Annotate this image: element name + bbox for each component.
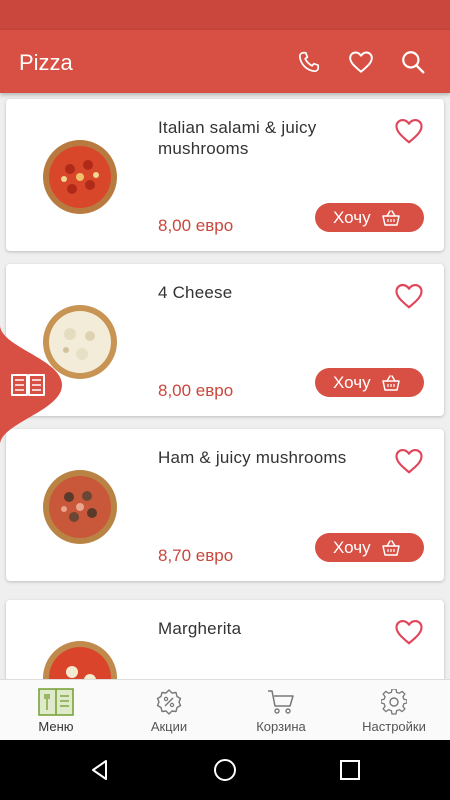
- menu-book-icon: [38, 688, 74, 716]
- back-icon[interactable]: [85, 755, 115, 785]
- want-button-label: Хочу: [333, 537, 371, 557]
- bottom-navigation: Меню Акции Корзина Настройки: [0, 679, 450, 740]
- app-title: Pizza: [19, 50, 73, 75]
- gear-icon: [376, 688, 412, 716]
- nav-item-promotions[interactable]: Акции: [113, 680, 225, 741]
- product-title: Margherita: [158, 619, 242, 638]
- product-price: 8,00 евро: [158, 216, 234, 235]
- system-navigation-bar: [0, 740, 450, 800]
- product-list[interactable]: Italian salami & juicy mushrooms 8,00 ев…: [0, 93, 450, 679]
- product-card[interactable]: Italian salami & juicy mushrooms 8,00 ев…: [6, 99, 444, 251]
- favorite-heart-icon[interactable]: [394, 447, 424, 475]
- nav-item-cart[interactable]: Корзина: [225, 680, 337, 741]
- product-title: Ham & juicy mushrooms: [158, 448, 347, 467]
- pizza-image: [43, 470, 117, 544]
- status-bar: [0, 0, 450, 30]
- product-title: Italian salami & juicy mushrooms: [158, 118, 317, 158]
- discount-icon: [151, 688, 187, 716]
- search-icon[interactable]: [398, 47, 428, 77]
- product-card[interactable]: Ham & juicy mushrooms 8,70 евро Хочу: [6, 429, 444, 581]
- nav-item-settings[interactable]: Настройки: [338, 680, 450, 741]
- favorite-heart-icon[interactable]: [394, 282, 424, 310]
- recent-apps-icon[interactable]: [335, 755, 365, 785]
- want-button[interactable]: Хочу: [315, 368, 424, 397]
- want-button-label: Хочу: [333, 372, 371, 392]
- product-card[interactable]: Margherita: [6, 600, 444, 679]
- home-icon[interactable]: [210, 755, 240, 785]
- nav-label-menu: Меню: [38, 719, 74, 734]
- cart-icon: [263, 688, 299, 716]
- nav-item-menu[interactable]: Меню: [0, 680, 112, 741]
- want-button[interactable]: Хочу: [315, 533, 424, 562]
- nav-label-cart: Корзина: [256, 719, 306, 734]
- favorite-heart-icon[interactable]: [394, 117, 424, 145]
- basket-icon: [381, 374, 400, 391]
- want-button[interactable]: Хочу: [315, 203, 424, 232]
- nav-label-settings: Настройки: [362, 719, 426, 734]
- pizza-image: [43, 641, 117, 679]
- product-title: 4 Cheese: [158, 283, 233, 302]
- product-price: 8,70 евро: [158, 546, 234, 565]
- basket-icon: [381, 209, 400, 226]
- want-button-label: Хочу: [333, 207, 371, 227]
- favorite-heart-icon[interactable]: [394, 618, 424, 646]
- basket-icon: [381, 539, 400, 556]
- pizza-image: [43, 140, 117, 214]
- phone-icon[interactable]: [294, 47, 324, 77]
- catalog-side-tab[interactable]: [0, 325, 62, 445]
- product-card[interactable]: 4 Cheese 8,00 евро Хочу: [6, 264, 444, 416]
- app-bar: Pizza: [0, 30, 450, 93]
- favorites-heart-icon[interactable]: [346, 47, 376, 77]
- nav-label-promotions: Акции: [150, 719, 188, 734]
- product-price: 8,00 евро: [158, 381, 234, 400]
